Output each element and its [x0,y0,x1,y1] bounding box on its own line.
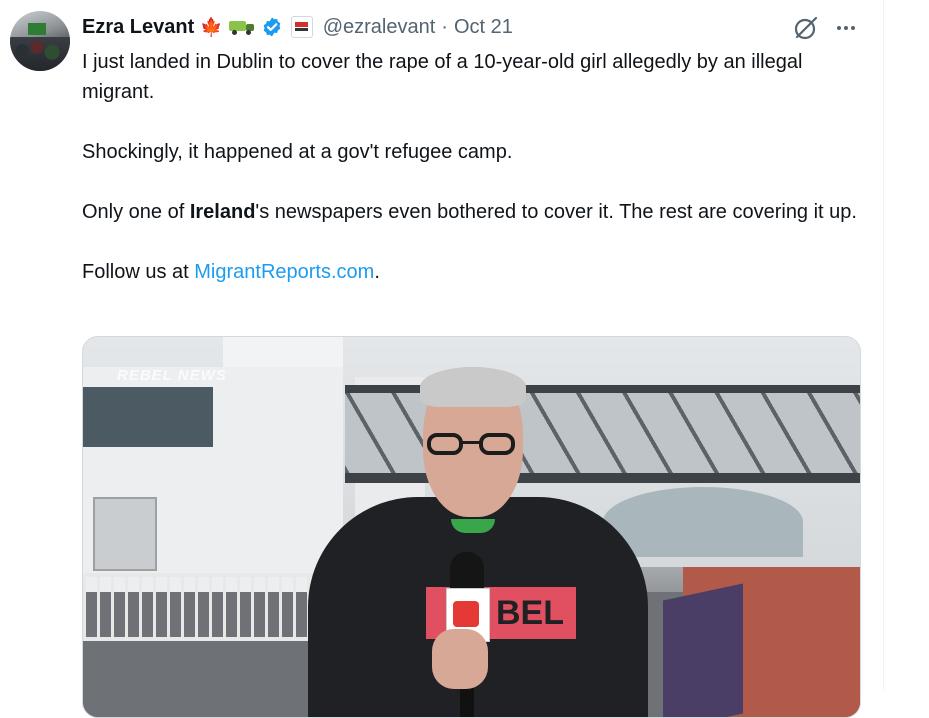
paragraph-3-start: Only one of [82,201,190,223]
media-building [83,367,343,607]
reporter-hair [420,367,526,407]
media-watermark: REBEL NEWS [117,367,227,384]
media-reporter: BEL [308,367,648,717]
tweet-header: Ezra Levant 🍁 @ezralevant · Oct 21 [82,13,513,41]
tweet-paragraph-4: Follow us at MigrantReports.com. [82,257,862,287]
reporter-hand [432,629,488,689]
reporter-glasses [427,433,519,455]
tweet-date[interactable]: Oct 21 [454,16,513,39]
bold-ireland: Ireland [189,201,256,223]
tweet-media-image[interactable]: REBEL NEWS BEL [82,336,861,718]
media-barrier [663,583,743,717]
paragraph-3-end: 's newspapers even bothered to cover it.… [255,201,857,223]
maple-leaf-icon: 🍁 [200,16,223,37]
more-options-icon[interactable] [833,15,859,41]
tweet-paragraph-3: Only one of Ireland's newspapers even bo… [82,197,862,227]
verified-badge-icon[interactable] [261,16,283,38]
header-separator: · [441,15,448,38]
avatar-flag-image [28,23,46,35]
affiliate-badge-icon[interactable] [290,16,313,38]
grok-icon[interactable] [793,15,819,41]
avatar-crowd-image [10,37,70,71]
media-fence [83,573,343,641]
author-avatar[interactable] [10,11,70,71]
tweet-paragraph-1: I just landed in Dublin to cover the rap… [82,51,803,103]
tweet-text: I just landed in Dublin to cover the rap… [82,47,862,287]
timeline-border [883,0,884,691]
author-name[interactable]: Ezra Levant [82,16,194,39]
paragraph-4-end: . [374,261,380,283]
paragraph-4-start: Follow us at [82,261,195,283]
migrantreports-link[interactable]: MigrantReports.com [194,261,374,283]
tweet-paragraph-2: Shockingly, it happened at a gov't refug… [82,141,513,163]
truck-icon [228,19,255,35]
author-handle[interactable]: @ezralevant [323,16,436,39]
